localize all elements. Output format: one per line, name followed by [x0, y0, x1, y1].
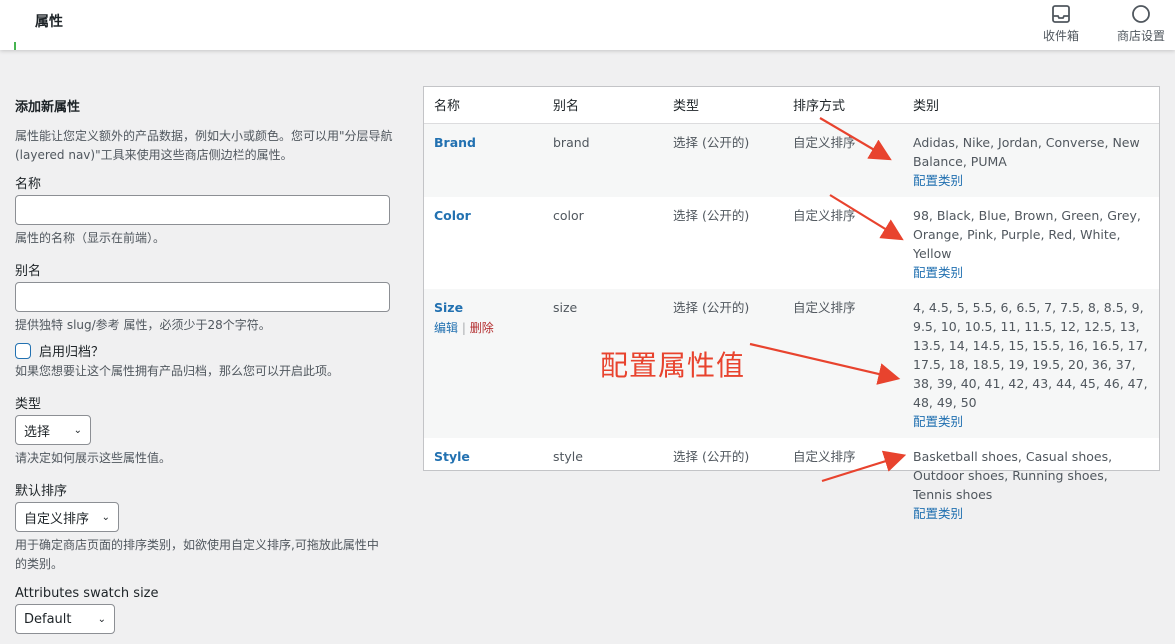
add-attribute-form: 添加新属性 属性能让您定义额外的产品数据，例如大小或颜色。您可以用"分层导航(l…	[15, 96, 415, 638]
attribute-name-link[interactable]: Brand	[434, 135, 476, 150]
table-row: Style style 选择 (公开的) 自定义排序 Basketball sh…	[424, 438, 1159, 530]
table-row: Size 编辑 | 删除 size 选择 (公开的) 自定义排序 4, 4.5,…	[424, 288, 1159, 438]
status-indicator	[14, 42, 16, 50]
attribute-order: 自定义排序	[783, 123, 903, 197]
archive-checkbox[interactable]	[15, 342, 31, 359]
type-select-value: 选择	[24, 424, 51, 440]
column-header-slug: 别名	[543, 87, 663, 124]
archive-help: 如果您想要让这个属性拥有产品归档，那么您可以开启此项。	[15, 364, 340, 378]
attribute-order: 自定义排序	[793, 448, 856, 464]
name-label: 名称	[15, 177, 42, 192]
table-header-row: 名称 别名 类型 排序方式 类别	[424, 87, 1159, 124]
annotation-label: 配置属性值	[600, 349, 746, 382]
archive-label: 启用归档？	[39, 345, 105, 360]
swatch-select[interactable]: Default ⌄	[15, 604, 115, 634]
table-row: Color color 选择 (公开的) 自定义排序 98, Black, Bl…	[424, 197, 1159, 289]
attribute-order: 自定义排序	[793, 207, 856, 223]
attribute-name-link[interactable]: Style	[434, 449, 470, 464]
sort-help: 用于确定商店页面的排序类别，如欲使用自定义排序,可拖放此属性中的类别。	[15, 538, 379, 571]
circle-icon	[1111, 4, 1171, 24]
attribute-type: 选择 (公开的)	[663, 123, 783, 197]
form-heading: 添加新属性	[15, 100, 81, 115]
attribute-order: 自定义排序	[783, 288, 903, 438]
configure-terms-link[interactable]: 配置类别	[913, 504, 1149, 523]
inbox-icon	[1031, 4, 1091, 24]
swatch-select-value: Default	[24, 611, 72, 627]
top-header: 属性 收件箱 商店设置	[0, 0, 1175, 50]
delete-link[interactable]: 删除	[470, 321, 494, 335]
archive-row: 启用归档？	[15, 341, 415, 360]
column-header-type: 类型	[663, 87, 783, 124]
column-header-order: 排序方式	[783, 87, 903, 124]
name-help: 属性的名称（显示在前端）。	[15, 231, 166, 245]
attribute-slug: style	[553, 448, 583, 464]
sort-select[interactable]: 自定义排序 ⌄	[15, 502, 119, 532]
attribute-type: 选择 (公开的)	[673, 207, 750, 223]
edit-link[interactable]: 编辑	[434, 321, 458, 335]
attribute-terms: Adidas, Nike, Jordan, Converse, New Bala…	[913, 134, 1140, 169]
chevron-down-icon: ⌄	[73, 424, 82, 436]
type-select[interactable]: 选择 ⌄	[15, 415, 91, 445]
attribute-slug: color	[553, 207, 584, 223]
type-label: 类型	[15, 397, 42, 412]
configure-terms-link[interactable]: 配置类别	[913, 171, 1149, 190]
column-header-name: 名称	[424, 87, 543, 124]
attribute-terms: 98, Black, Blue, Brown, Green, Grey, Ora…	[913, 207, 1141, 261]
attribute-name-link[interactable]: Size	[434, 300, 463, 315]
slug-input[interactable]	[15, 282, 390, 312]
chevron-down-icon: ⌄	[101, 511, 110, 523]
attributes-table: 名称 别名 类型 排序方式 类别 Brand brand 选择 (公开的) 自定…	[423, 86, 1160, 521]
row-actions: 编辑 | 删除	[434, 319, 533, 338]
sort-label: 默认排序	[15, 484, 68, 499]
inbox-button[interactable]: 收件箱	[1031, 4, 1091, 44]
type-help: 请决定如何展示这些属性值。	[15, 451, 172, 465]
attribute-terms: 4, 4.5, 5, 5.5, 6, 6.5, 7, 7.5, 8, 8.5, …	[913, 299, 1148, 410]
store-settings-label: 商店设置	[1116, 29, 1165, 43]
column-header-terms: 类别	[903, 87, 1159, 124]
attribute-type: 选择 (公开的)	[673, 448, 750, 464]
sort-select-value: 自定义排序	[24, 511, 90, 527]
form-intro: 属性能让您定义额外的产品数据，例如大小或颜色。您可以用"分层导航(layered…	[15, 129, 393, 162]
action-separator: |	[461, 320, 466, 335]
configure-terms-link[interactable]: 配置类别	[913, 412, 1149, 431]
attribute-slug: brand	[543, 123, 663, 197]
inbox-label: 收件箱	[1042, 29, 1079, 43]
attribute-name-link[interactable]: Color	[434, 208, 471, 223]
page-title: 属性	[35, 14, 63, 30]
table-row: Brand brand 选择 (公开的) 自定义排序 Adidas, Nike,…	[424, 123, 1159, 197]
store-settings-button[interactable]: 商店设置	[1111, 4, 1171, 44]
chevron-down-icon: ⌄	[97, 613, 106, 625]
swatch-label: Attributes swatch size	[15, 586, 159, 601]
attribute-terms: Basketball shoes, Casual shoes, Outdoor …	[913, 448, 1113, 502]
slug-label: 别名	[15, 264, 42, 279]
name-input[interactable]	[15, 195, 390, 225]
configure-terms-link[interactable]: 配置类别	[913, 263, 1149, 282]
slug-help: 提供独特 slug/参考 属性，必须少于28个字符。	[15, 318, 271, 332]
